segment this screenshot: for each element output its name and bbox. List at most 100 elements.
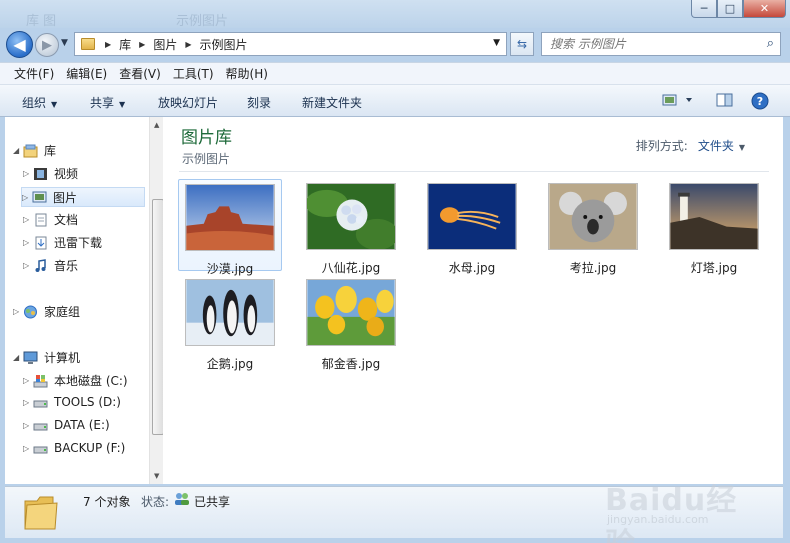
tree-item-drive-c[interactable]: ▷ 本地磁盘 (C:) [23,372,128,389]
address-dropdown-icon[interactable]: ▼ [493,38,500,48]
tree-label: BACKUP (F:) [54,441,126,455]
search-input[interactable] [550,34,750,54]
minimize-button[interactable]: ─ [691,0,717,18]
menu-view[interactable]: 查看(V) [119,65,161,82]
navigation-row: ◀ ▶ ▼ ▶ 库 ▶ 图片 ▶ 示例图片 ▼ ⇆ ⌕ [0,28,790,60]
expand-arrow-icon[interactable]: ◢ [13,146,23,155]
menu-help[interactable]: 帮助(H) [226,65,268,82]
forward-button[interactable]: ▶ [35,33,59,57]
chevron-right-icon[interactable]: ▶ [139,40,145,49]
back-button[interactable]: ◀ [6,31,33,58]
video-icon [34,167,47,180]
file-tile-penguins[interactable]: 企鹅.jpg [178,275,282,371]
expand-arrow-icon[interactable]: ◢ [13,353,23,362]
view-options-button[interactable] [662,92,696,111]
tree-item-pictures[interactable]: ▷ 图片 [21,187,145,207]
collapse-arrow-icon[interactable]: ▷ [23,444,33,453]
chevron-right-icon[interactable]: ▶ [105,40,111,49]
item-count: 7 个对象 [83,495,131,509]
tree-item-videos[interactable]: ▷ 视频 [23,165,78,182]
tree-item-documents[interactable]: ▷ 文档 [23,211,78,228]
hydrangea-thumbnail [305,183,399,250]
breadcrumb-sample-pictures[interactable]: 示例图片 [200,36,248,53]
tulips-thumbnail [306,279,396,346]
collapse-arrow-icon[interactable]: ▷ [22,193,32,202]
watermark-brand: Baidu经验 [605,483,738,543]
close-button[interactable]: ✕ [743,0,786,18]
help-button[interactable]: ? [751,92,769,113]
chevron-right-icon[interactable]: ▶ [185,40,191,49]
recent-pages-dropdown[interactable]: ▼ [61,38,68,48]
arrange-by-value[interactable]: 文件夹 [698,139,734,153]
content-pane: 图片库 示例图片 排列方式: 文件夹 ▼ 沙漠.jpg 八仙花.jpg 水母.j… [163,117,783,484]
breadcrumb-pictures[interactable]: 图片 [153,36,177,53]
drive-icon [33,400,48,408]
file-tile-koala[interactable]: 考拉.jpg [541,179,645,275]
baidu-watermark: Baidu经验 jingyan.baidu.com [605,463,755,543]
tree-item-music[interactable]: ▷ 音乐 [23,257,78,274]
tree-item-libraries[interactable]: ◢ 库 [13,142,56,159]
tree-label: 库 [44,144,57,158]
menu-edit[interactable]: 编辑(E) [66,65,107,82]
tree-item-drive-f[interactable]: ▷ BACKUP (F:) [23,441,125,455]
system-drive-icon [33,374,48,387]
tree-label: 本地磁盘 (C:) [54,374,128,388]
navigation-pane: ◢ 库 ▷ 视频 ▷ 图片 ▷ 文档 ▷ 迅雷下载 ▷ 音乐 ▷ 家庭组 ◢ 计… [5,117,165,484]
tree-item-drive-d[interactable]: ▷ TOOLS (D:) [23,395,121,409]
breadcrumb-libraries[interactable]: 库 [119,36,131,53]
tree-item-computer[interactable]: ◢ 计算机 [13,349,80,366]
folder-icon [81,38,95,50]
maximize-button[interactable]: □ [717,0,743,18]
arrange-by: 排列方式: 文件夹 ▼ [636,137,745,154]
slideshow-button[interactable]: 放映幻灯片 [158,94,218,111]
status-label: 状态: [141,495,170,509]
collapse-arrow-icon[interactable]: ▷ [13,307,23,316]
new-folder-button[interactable]: 新建文件夹 [302,94,362,111]
file-tile-desert[interactable]: 沙漠.jpg [178,179,282,276]
collapse-arrow-icon[interactable]: ▷ [23,169,33,178]
scroll-down-icon[interactable]: ▼ [154,472,159,480]
file-tile-hydrangea[interactable]: 八仙花.jpg [299,179,403,275]
search-icon[interactable]: ⌕ [767,36,774,51]
file-name: 郁金香.jpg [321,357,381,371]
tree-label: TOOLS (D:) [54,395,121,409]
help-icon: ? [751,92,769,110]
refresh-icon: ⇆ [516,37,528,51]
collapse-arrow-icon[interactable]: ▷ [23,261,33,270]
search-box[interactable]: ⌕ [541,32,781,56]
tree-item-homegroup[interactable]: ▷ 家庭组 [13,303,80,320]
share-label: 共享 [90,96,115,110]
collapse-arrow-icon[interactable]: ▷ [23,421,33,430]
organize-button[interactable]: 组织 ▼ [22,94,57,111]
scroll-up-icon[interactable]: ▲ [154,121,159,129]
collapse-arrow-icon[interactable]: ▷ [23,238,33,247]
refresh-button[interactable]: ⇆ [510,32,534,56]
share-button[interactable]: 共享 ▼ [90,94,125,111]
file-name: 企鹅.jpg [206,357,254,371]
penguins-thumbnail [185,279,275,346]
file-name: 考拉.jpg [569,261,617,275]
file-tile-lighthouse[interactable]: 灯塔.jpg [662,179,766,275]
homegroup-icon [24,305,37,318]
file-name: 灯塔.jpg [690,261,738,275]
address-bar[interactable]: ▶ 库 ▶ 图片 ▶ 示例图片 ▼ [74,32,507,56]
collapse-arrow-icon[interactable]: ▷ [23,215,33,224]
file-tile-jellyfish[interactable]: 水母.jpg [420,179,524,275]
jellyfish-thumbnail [427,183,517,250]
collapse-arrow-icon[interactable]: ▷ [23,398,33,407]
window-controls: ─ □ ✕ [691,0,786,18]
pictures-icon [32,191,47,203]
chevron-down-icon[interactable]: ▼ [739,143,745,152]
collapse-arrow-icon[interactable]: ▷ [23,376,33,385]
menu-tools[interactable]: 工具(T) [173,65,214,82]
file-tile-tulips[interactable]: 郁金香.jpg [299,275,403,371]
menu-file[interactable]: 文件(F) [14,65,54,82]
tree-item-drive-e[interactable]: ▷ DATA (E:) [23,418,110,432]
burn-button[interactable]: 刻录 [247,94,271,111]
preview-pane-button[interactable] [716,92,734,111]
arrange-by-label: 排列方式: [635,139,688,153]
title-bar: 库 图 示例图片 ─ □ ✕ [0,0,790,29]
document-icon [35,213,47,226]
tree-item-thunder[interactable]: ▷ 迅雷下载 [23,234,102,251]
tree-label: 文档 [54,213,79,227]
